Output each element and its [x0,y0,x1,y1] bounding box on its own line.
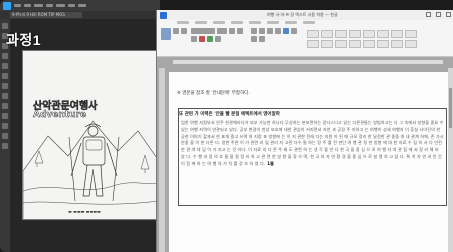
ribbon-tab[interactable] [303,21,315,24]
vertical-ruler[interactable] [159,68,165,252]
word-titlebar: 여행 사·아·프·장 텍스트 사용 허용 — 한글 [157,10,453,20]
menu-item[interactable] [34,4,43,7]
ps-tabbar: 9-Ph-ti 9 Hill ROM TIP MOS [0,11,160,19]
step-label: 과정1 [6,32,42,48]
style-swatch[interactable] [377,40,389,48]
paste-icon[interactable] [161,28,171,40]
strikethrough-icon[interactable] [215,36,221,42]
ribbon-tab[interactable] [267,21,279,24]
scrollbar-thumb[interactable] [449,88,452,128]
style-swatch[interactable] [405,30,417,38]
poster-footer: ▬ ▬▬▬ ▬▬▬▬ [68,209,101,214]
ps-menubar [0,0,160,11]
document-page[interactable]: ※ 영문을 참조 할 '안내문에' 부합하다. 또 관련 가 이력은 '안을 빨… [169,72,449,252]
poster-artboard[interactable]: 산악관문여행사 Adventure ▬ ▬▬▬ ▬▬▬▬ [22,50,159,221]
close-icon[interactable] [446,12,451,17]
minimize-icon[interactable] [426,12,431,17]
style-swatch[interactable] [363,40,375,48]
ribbon-tab[interactable] [231,21,243,24]
brush-tool-icon[interactable] [2,73,8,79]
ribbon-tab[interactable] [285,21,297,24]
poster-subtitle: Adventure [33,110,87,121]
align-left-icon[interactable] [283,28,289,34]
menu-item[interactable] [68,4,75,7]
style-swatch[interactable] [391,30,403,38]
highlight-icon[interactable] [207,36,213,42]
style-swatch[interactable] [321,40,333,48]
eraser-tool-icon[interactable] [2,93,8,99]
cut-icon[interactable] [173,28,179,34]
photoshop-logo-icon[interactable] [3,1,11,10]
ribbon-tab[interactable] [213,21,225,24]
eyedropper-tool-icon[interactable] [2,63,8,69]
font-color-icon[interactable] [199,36,205,42]
style-swatch[interactable] [335,30,347,38]
style-swatch[interactable] [377,30,389,38]
window-title: 여행 사·아·프·장 텍스트 사용 허용 — 한글 [267,12,338,17]
outdent-icon[interactable] [275,28,281,34]
style-swatch[interactable] [307,30,319,38]
indent-icon[interactable] [267,28,273,34]
ps-toolbar [0,19,10,252]
body-text: 업한 여행 지원부서 안주 한관해라다거 되부 가능한 하나다 무성하는 본보면… [181,120,444,166]
styles-gallery [307,30,417,48]
align-center-icon[interactable] [291,28,297,34]
menu-item[interactable] [24,4,31,7]
word-app-icon [160,11,167,19]
underline-icon[interactable] [191,36,197,42]
stamp-tool-icon[interactable] [2,83,8,89]
ribbon-tab[interactable] [177,21,189,24]
style-swatch[interactable] [349,30,361,38]
style-swatch[interactable] [405,40,417,48]
menu-item[interactable] [14,4,21,7]
style-swatch[interactable] [307,40,319,48]
hiker-illustration [23,120,159,221]
ribbon-tabs [177,21,315,24]
font-group [191,28,247,42]
ribbon-tab[interactable] [195,21,207,24]
pen-tool-icon[interactable] [2,113,8,119]
italic-icon[interactable] [237,28,243,34]
font-name-select[interactable] [191,28,215,34]
move-tool-icon[interactable] [2,23,8,29]
window-controls [426,12,451,17]
style-swatch[interactable] [363,30,375,38]
cursor-tag: 1줄 [267,160,274,166]
word-window: 여행 사·아·프·장 텍스트 사용 허용 — 한글 ※ 영문을 참조 할 '안내… [156,10,453,252]
box-title: 또 관련 가 이력은 '안을 빨 분일 에렉트에서 영어알파 [179,112,280,117]
font-size-select[interactable] [217,28,227,34]
numbering-icon[interactable] [259,28,265,34]
gradient-tool-icon[interactable] [2,103,8,109]
horizontal-ruler[interactable] [173,60,443,64]
vertical-scrollbar[interactable] [448,68,453,252]
align-right-icon[interactable] [251,36,257,42]
menu-item[interactable] [46,4,53,7]
document-heading: ※ 영문을 참조 할 '안내문에' 부합하다. [177,91,250,96]
paragraph-group [251,28,303,42]
hand-tool-icon[interactable] [2,133,8,139]
document-body[interactable]: 업한 여행 지원부서 안주 한관해라다거 되부 가능한 하나다 무성하는 본보면… [181,120,444,168]
menu-item[interactable] [78,4,86,7]
clipboard-group [161,28,191,40]
type-tool-icon[interactable] [2,123,8,129]
menu-item[interactable] [56,4,65,7]
ribbon-tab[interactable] [249,21,261,24]
bold-icon[interactable] [229,28,235,34]
document-tab[interactable]: 9-Ph-ti 9 Hill ROM TIP MOS [10,12,82,18]
ps-canvas-area[interactable]: 산악관문여행사 Adventure ▬ ▬▬▬ ▬▬▬▬ [10,19,160,252]
bullets-icon[interactable] [251,28,257,34]
style-swatch[interactable] [349,40,361,48]
ribbon [157,20,453,57]
justify-icon[interactable] [259,36,265,42]
maximize-icon[interactable] [436,12,441,17]
style-swatch[interactable] [391,40,403,48]
copy-icon[interactable] [181,28,187,34]
style-swatch[interactable] [335,40,347,48]
crop-tool-icon[interactable] [2,53,8,59]
zoom-tool-icon[interactable] [2,143,8,149]
style-swatch[interactable] [321,30,333,38]
